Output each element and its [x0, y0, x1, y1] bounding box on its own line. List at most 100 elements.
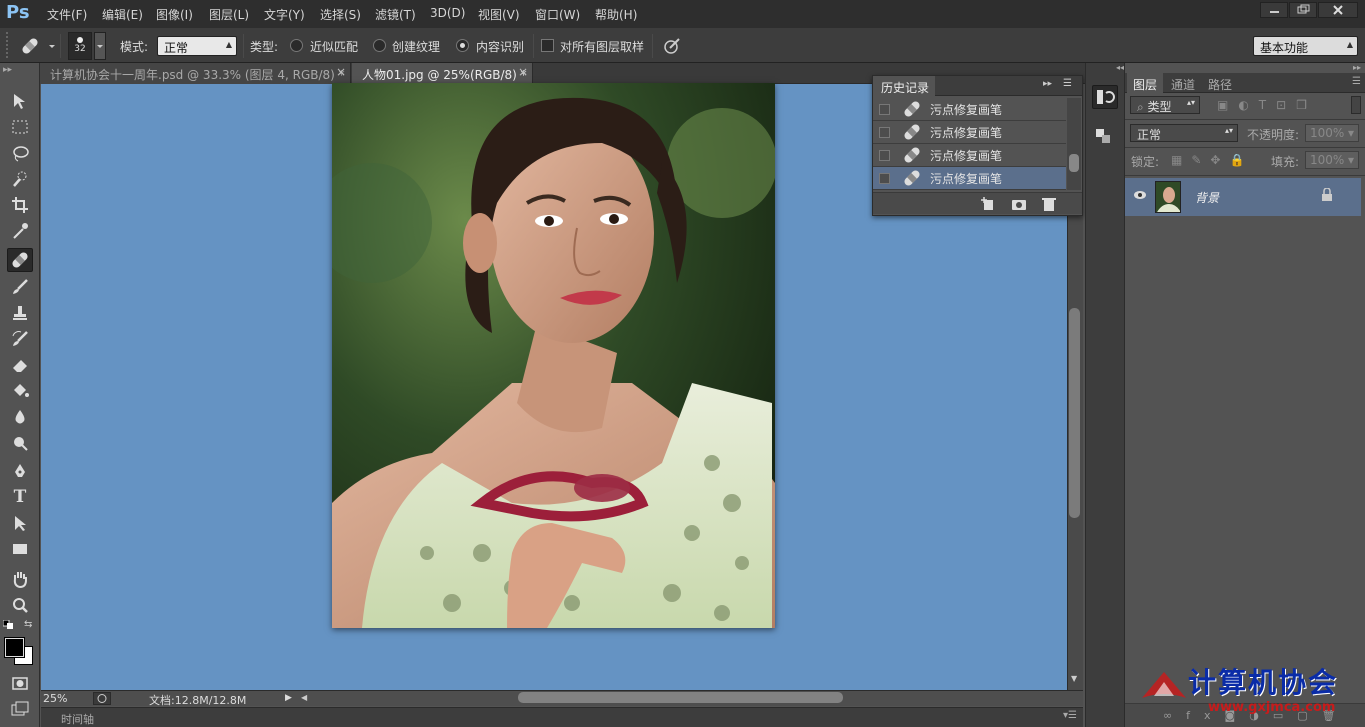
paint-bucket-tool[interactable]: [7, 379, 33, 403]
fill-input[interactable]: 100% ▾: [1305, 151, 1359, 169]
history-dock-button[interactable]: [1092, 85, 1118, 109]
minimize-button[interactable]: [1260, 2, 1288, 18]
brush-tool[interactable]: [7, 275, 33, 299]
close-window-button[interactable]: [1318, 2, 1358, 18]
menu-3d[interactable]: 3D(D): [430, 6, 465, 20]
tool-preset-picker[interactable]: [18, 35, 58, 57]
swap-colors-icon[interactable]: ⇆: [24, 619, 32, 630]
zoom-tool[interactable]: [7, 593, 33, 617]
new-document-from-state-button[interactable]: [981, 197, 997, 211]
visibility-eye-icon[interactable]: [1133, 190, 1147, 200]
marquee-tool[interactable]: [7, 115, 33, 139]
radio-content-aware[interactable]: [456, 39, 469, 52]
tab-doc-2[interactable]: 人物01.jpg @ 25%(RGB/8) * ×: [352, 63, 533, 84]
horizontal-scroll-thumb[interactable]: [518, 692, 843, 703]
dock-expand-icon[interactable]: ◂◂: [1088, 63, 1124, 73]
menu-image[interactable]: 图像(I): [156, 6, 193, 23]
scroll-down-arrow-icon[interactable]: ▼: [1071, 674, 1077, 683]
collapse-tools-icon[interactable]: ▸▸: [3, 65, 12, 75]
filter-toggle[interactable]: [1351, 96, 1361, 114]
menu-view[interactable]: 视图(V): [478, 6, 520, 23]
crop-tool[interactable]: [7, 193, 33, 217]
status-menu-arrow-icon[interactable]: ▶: [285, 693, 292, 703]
history-item[interactable]: 污点修复画笔: [873, 98, 1066, 121]
layer-filter-icons[interactable]: ▣◐T⊡❒: [1217, 98, 1317, 112]
tab-doc-1[interactable]: 计算机协会十一周年.psd @ 33.3% (图层 4, RGB/8) * ×: [40, 63, 351, 84]
history-snapshot-checkbox[interactable]: [879, 103, 890, 115]
rectangle-tool[interactable]: [7, 537, 33, 561]
history-menu-icon[interactable]: ☰: [1063, 78, 1072, 89]
quick-selection-tool[interactable]: [7, 167, 33, 191]
opacity-input[interactable]: 100% ▾: [1305, 124, 1359, 142]
menu-select[interactable]: 选择(S): [320, 6, 361, 23]
move-tool[interactable]: [7, 89, 33, 113]
dodge-tool[interactable]: [7, 431, 33, 455]
eraser-tool[interactable]: [7, 353, 33, 377]
lasso-tool[interactable]: [7, 141, 33, 165]
mode-select[interactable]: 正常 ▲: [157, 36, 237, 56]
properties-icon: [1096, 129, 1110, 143]
default-colors-icon[interactable]: [3, 620, 15, 630]
new-snapshot-button[interactable]: [1011, 197, 1027, 211]
hand-tool[interactable]: [7, 567, 33, 591]
menu-filter[interactable]: 滤镜(T): [375, 6, 416, 23]
grip-handle[interactable]: [6, 32, 12, 58]
history-snapshot-checkbox[interactable]: [879, 149, 890, 161]
delete-state-button[interactable]: [1041, 197, 1057, 211]
menu-layer[interactable]: 图层(L): [209, 6, 249, 23]
type-tool[interactable]: T: [7, 485, 33, 509]
history-item[interactable]: 污点修复画笔: [873, 144, 1066, 167]
tab-close-icon[interactable]: ×: [336, 65, 346, 79]
status-options-button[interactable]: [93, 692, 111, 705]
scroll-left-arrow-icon[interactable]: ◀: [301, 693, 307, 702]
history-scrollbar[interactable]: [1067, 98, 1081, 190]
menu-help[interactable]: 帮助(H): [595, 6, 637, 23]
tab-paths[interactable]: 路径: [1202, 73, 1238, 93]
restore-button[interactable]: [1289, 2, 1317, 18]
layers-menu-icon[interactable]: ☰: [1352, 76, 1361, 87]
history-item-selected[interactable]: 污点修复画笔: [873, 167, 1066, 190]
eyedropper-tool[interactable]: [7, 219, 33, 243]
pressure-size-button[interactable]: [662, 36, 682, 56]
radio-create-texture[interactable]: [373, 39, 386, 52]
collapse-panel-icon[interactable]: ▸▸: [1125, 63, 1365, 73]
path-selection-tool[interactable]: [7, 511, 33, 535]
clone-stamp-tool[interactable]: [7, 301, 33, 325]
spot-healing-tool[interactable]: [7, 248, 33, 272]
zoom-level[interactable]: 25%: [43, 692, 67, 705]
workspace-select[interactable]: 基本功能 ▲: [1253, 36, 1358, 56]
quick-mask-button[interactable]: [7, 671, 33, 695]
quick-mask-icon: [12, 677, 28, 690]
timeline-tab[interactable]: 时间轴: [61, 711, 94, 727]
layer-name[interactable]: 背景: [1195, 189, 1219, 206]
properties-dock-button[interactable]: [1092, 125, 1118, 149]
panel-menu-icon[interactable]: ▾☰: [1063, 710, 1077, 721]
document-photo[interactable]: [332, 83, 775, 628]
history-snapshot-checkbox[interactable]: [879, 172, 890, 184]
layer-filter-select[interactable]: ⌕ 类型 ▴▾: [1130, 96, 1200, 114]
vertical-scroll-thumb[interactable]: [1069, 308, 1080, 518]
lock-icons[interactable]: ▦✎✥🔒: [1171, 153, 1253, 167]
pen-tool[interactable]: [7, 459, 33, 483]
history-snapshot-checkbox[interactable]: [879, 126, 890, 138]
menu-file[interactable]: 文件(F): [47, 6, 87, 23]
collapse-panel-icon[interactable]: ▸▸: [1043, 79, 1052, 89]
brush-dropdown-arrow[interactable]: [94, 32, 106, 60]
menu-edit[interactable]: 编辑(E): [102, 6, 143, 23]
history-item[interactable]: 污点修复画笔: [873, 121, 1066, 144]
tab-layers[interactable]: 图层: [1127, 73, 1164, 93]
brush-size-picker[interactable]: 32: [68, 32, 92, 60]
menu-type[interactable]: 文字(Y): [264, 6, 305, 23]
menu-window[interactable]: 窗口(W): [535, 6, 580, 23]
blur-tool[interactable]: [7, 405, 33, 429]
screen-mode-button[interactable]: [7, 697, 33, 721]
foreground-color-swatch[interactable]: [4, 637, 25, 658]
history-tab[interactable]: 历史记录: [873, 76, 935, 96]
tab-close-icon[interactable]: ×: [518, 65, 528, 79]
sample-all-layers-checkbox[interactable]: [541, 39, 554, 52]
radio-proximity-match[interactable]: [290, 39, 303, 52]
history-brush-tool[interactable]: [7, 327, 33, 351]
tab-channels[interactable]: 通道: [1165, 73, 1201, 93]
blend-mode-select[interactable]: 正常 ▴▾: [1130, 124, 1238, 142]
layer-row[interactable]: 背景: [1125, 178, 1361, 216]
